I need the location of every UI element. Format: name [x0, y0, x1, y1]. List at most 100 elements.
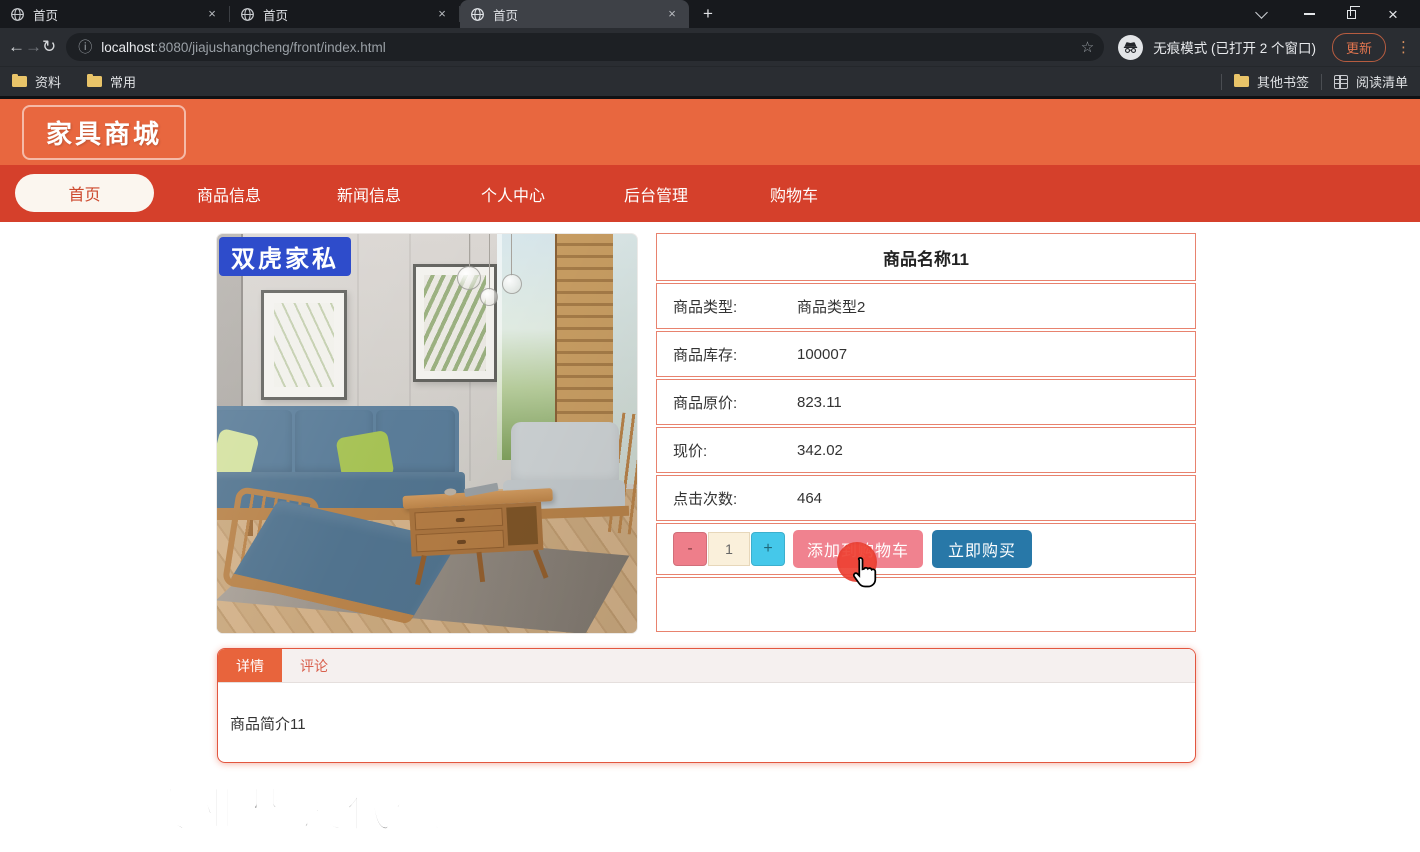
- pendant-cord: [489, 234, 490, 290]
- tab-title: 首页: [263, 5, 433, 24]
- quantity-stepper: - +: [673, 532, 785, 566]
- tab-search-chevron-icon[interactable]: [1255, 6, 1268, 19]
- incognito-status-text: 无痕模式 (已打开 2 个窗口): [1153, 37, 1316, 57]
- field-label: 现价:: [673, 440, 797, 461]
- new-tab-button[interactable]: +: [695, 1, 721, 27]
- incognito-indicator: 无痕模式 (已打开 2 个窗口): [1118, 35, 1316, 60]
- other-bookmarks-label: 其他书签: [1257, 72, 1309, 91]
- site-info-icon[interactable]: ⓘ: [78, 37, 92, 57]
- window-controls: ×: [1247, 0, 1420, 28]
- product-field-row: 现价: 342.02: [656, 427, 1196, 473]
- product-name: 商品名称11: [656, 233, 1196, 281]
- chrome-update-button[interactable]: 更新: [1332, 33, 1386, 62]
- pendant-lamp: [502, 274, 522, 294]
- tab-title: 首页: [33, 5, 203, 24]
- close-icon: ×: [1388, 6, 1398, 23]
- product-detail-panel: 商品名称11 商品类型: 商品类型2 商品库存: 100007 商品原价: 82…: [656, 233, 1196, 632]
- wall-art: [413, 264, 497, 382]
- reading-list-label: 阅读清单: [1356, 72, 1408, 91]
- reading-list-button[interactable]: 阅读清单: [1334, 72, 1408, 91]
- field-value: 342.02: [797, 442, 843, 459]
- product-field-row: 点击次数: 464: [656, 475, 1196, 521]
- product-field-row: 商品库存: 100007: [656, 331, 1196, 377]
- url-text: localhost:8080/jiajushangcheng/front/ind…: [101, 40, 1073, 55]
- tab-strip: 首页 × 首页 × 首页 × + ×: [0, 0, 1420, 28]
- globe-favicon: [10, 7, 25, 22]
- armchair-back: [511, 422, 619, 488]
- field-value: 823.11: [797, 394, 842, 411]
- nav-item-home-active[interactable]: 首页: [15, 174, 154, 212]
- reload-button[interactable]: ↻: [42, 33, 56, 61]
- site-logo: 家具商城: [22, 105, 186, 160]
- field-label: 点击次数:: [673, 488, 797, 509]
- address-bar[interactable]: ⓘ localhost:8080/jiajushangcheng/front/i…: [66, 33, 1104, 61]
- tab-close-icon[interactable]: ×: [663, 5, 681, 23]
- pendant-lamp: [480, 288, 498, 306]
- watermark-text: 专业毕设代做: [150, 774, 444, 840]
- wall-art: [261, 290, 347, 400]
- bookmark-label: 资料: [35, 72, 61, 91]
- tab-close-icon[interactable]: ×: [203, 5, 221, 23]
- bookmark-folder-ziliao[interactable]: 资料: [12, 72, 61, 91]
- brand-badge: 双虎家私: [219, 237, 351, 276]
- folder-icon: [12, 76, 27, 87]
- coffee-table: [402, 488, 557, 596]
- divider: [1321, 74, 1322, 90]
- browser-tab-2[interactable]: 首页 ×: [230, 0, 459, 28]
- reading-list-icon: [1334, 75, 1348, 89]
- product-field-row: 商品类型: 商品类型2: [656, 283, 1196, 329]
- url-host: localhost: [101, 40, 154, 55]
- product-field-row: 商品原价: 823.11: [656, 379, 1196, 425]
- tab-close-icon[interactable]: ×: [433, 5, 451, 23]
- forward-button[interactable]: →: [25, 33, 42, 61]
- detail-tab-header: 详情 评论: [218, 649, 1195, 683]
- minimize-icon: [1304, 13, 1315, 15]
- browser-menu-icon[interactable]: ⋮: [1396, 38, 1411, 56]
- tab-comment[interactable]: 评论: [282, 649, 346, 682]
- detail-content-text: 商品简介11: [218, 683, 1195, 734]
- close-window-button[interactable]: ×: [1372, 0, 1414, 28]
- browser-tab-3-active[interactable]: 首页 ×: [460, 0, 689, 28]
- browser-toolbar: ← → ↻ ⓘ localhost:8080/jiajushangcheng/f…: [0, 28, 1420, 66]
- nav-item-news[interactable]: 新闻信息: [337, 165, 401, 222]
- browser-window: 首页 × 首页 × 首页 × + × ← → ↻ ⓘ localhost:808…: [0, 0, 1420, 852]
- url-path: :8080/jiajushangcheng/front/index.html: [155, 40, 386, 55]
- field-value: 464: [797, 490, 822, 507]
- bookmark-label: 常用: [110, 72, 136, 91]
- restore-icon: [1347, 10, 1356, 19]
- pendant-lamp: [457, 266, 481, 290]
- back-button[interactable]: ←: [8, 33, 25, 61]
- field-label: 商品库存:: [673, 344, 797, 365]
- field-label: 商品类型:: [673, 296, 797, 317]
- tab-title: 首页: [493, 5, 663, 24]
- field-label: 商品原价:: [673, 392, 797, 413]
- folder-icon: [87, 76, 102, 87]
- quantity-minus-button[interactable]: -: [673, 532, 707, 566]
- minimize-button[interactable]: [1288, 0, 1330, 28]
- field-value: 100007: [797, 346, 847, 363]
- quantity-input[interactable]: [708, 532, 750, 566]
- restore-button[interactable]: [1330, 0, 1372, 28]
- site-nav: 首页 商品信息 新闻信息 个人中心 后台管理 购物车: [0, 165, 1420, 222]
- browser-tab-1[interactable]: 首页 ×: [0, 0, 229, 28]
- other-bookmarks-button[interactable]: 其他书签: [1234, 72, 1309, 91]
- bookmark-star-icon[interactable]: ☆: [1081, 38, 1094, 56]
- buy-now-button[interactable]: 立即购买: [932, 530, 1032, 568]
- globe-favicon: [470, 7, 485, 22]
- page-content: 双虎家私 商品名称11 商品类型: 商品类型2 商品库存: 100007 商品原…: [0, 222, 1420, 852]
- quantity-plus-button[interactable]: +: [751, 532, 785, 566]
- globe-favicon: [240, 7, 255, 22]
- empty-row: [656, 577, 1196, 632]
- folder-icon: [1234, 76, 1249, 87]
- bookmark-folder-changyong[interactable]: 常用: [87, 72, 136, 91]
- detail-tab-panel: 详情 评论 商品简介11: [217, 648, 1196, 763]
- nav-item-profile[interactable]: 个人中心: [481, 165, 545, 222]
- pendant-cord: [511, 234, 512, 276]
- nav-item-cart[interactable]: 购物车: [770, 165, 818, 222]
- nav-item-products[interactable]: 商品信息: [197, 165, 261, 222]
- hand-cursor: [849, 556, 879, 592]
- tab-detail-active[interactable]: 详情: [218, 649, 282, 682]
- site-header: 家具商城: [0, 99, 1420, 165]
- pendant-cord: [469, 234, 470, 268]
- nav-item-admin[interactable]: 后台管理: [624, 165, 688, 222]
